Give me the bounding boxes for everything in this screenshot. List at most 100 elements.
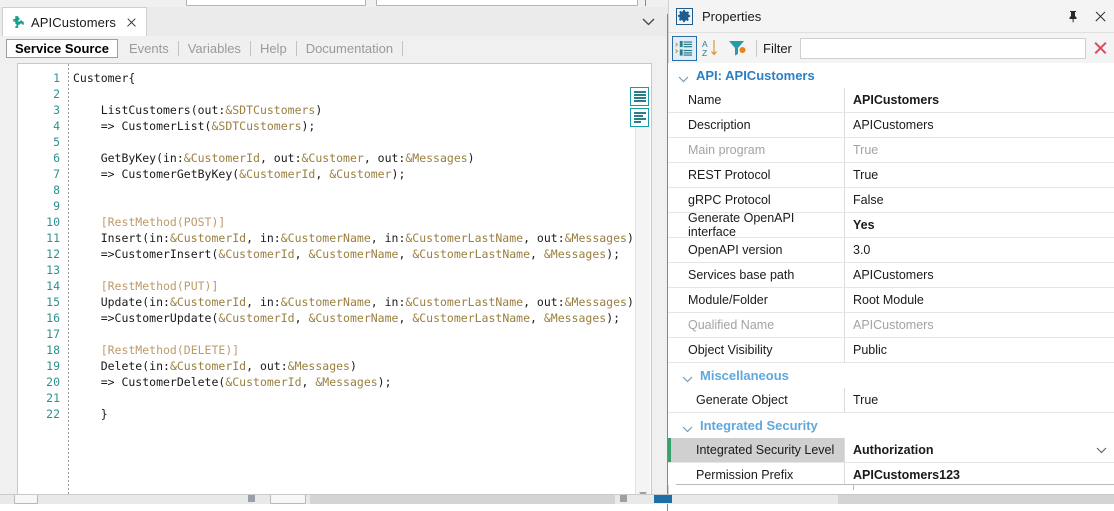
code-token-attribute: [RestMethod(PUT)] xyxy=(73,279,219,293)
property-value[interactable]: True xyxy=(845,138,1114,162)
clear-filter-icon[interactable] xyxy=(1086,33,1114,63)
property-group-header[interactable]: API: APICustomers xyxy=(668,63,1114,88)
property-row[interactable]: Integrated Security Level Authorization xyxy=(668,438,1114,463)
code-token: , in: xyxy=(370,295,406,309)
code-token-variable: &Messages xyxy=(287,359,350,373)
property-value[interactable]: APICustomers xyxy=(845,263,1114,287)
categorized-list-icon[interactable] xyxy=(672,35,697,61)
property-value[interactable]: 3.0 xyxy=(845,238,1114,262)
property-value[interactable]: Root Module xyxy=(845,288,1114,312)
property-value[interactable]: True xyxy=(845,388,1114,412)
collapse-all-icon[interactable] xyxy=(630,108,649,127)
property-row[interactable]: Module/Folder Root Module xyxy=(668,288,1114,313)
chevron-down-icon[interactable] xyxy=(642,15,655,26)
property-row[interactable]: Qualified Name APICustomers xyxy=(668,313,1114,338)
line-number: 1 xyxy=(53,71,60,85)
document-tab-apicustomers[interactable]: APICustomers xyxy=(2,7,148,36)
pin-icon[interactable] xyxy=(1066,9,1080,23)
code-token: ListCustomers(out: xyxy=(73,103,226,117)
property-value-text: Public xyxy=(853,343,888,357)
chevron-down-icon[interactable] xyxy=(678,72,689,83)
property-value[interactable]: APICustomers xyxy=(845,313,1114,337)
property-group-header[interactable]: Integrated Security xyxy=(668,413,1114,438)
property-name: Main program xyxy=(668,138,845,162)
tab-documentation[interactable]: Documentation xyxy=(297,39,402,58)
property-row[interactable]: REST Protocol True xyxy=(668,163,1114,188)
property-row[interactable]: Services base path APICustomers xyxy=(668,263,1114,288)
code-token-variable: &Messages xyxy=(564,295,627,309)
code-line: ListCustomers(out:&SDTCustomers) xyxy=(73,102,651,118)
grid-bottom-divider xyxy=(676,484,1114,485)
code-line: Customer{ xyxy=(73,70,651,86)
tab-variables[interactable]: Variables xyxy=(179,39,250,58)
toolbar-combo-2[interactable] xyxy=(376,0,638,6)
line-number-gutter: 1 2 3 4 5 6 7 8 9 10 11 12 13 14 15 16 17 18 19 20 21 22 xyxy=(18,64,66,504)
tab-service-source[interactable]: Service Source xyxy=(6,39,118,58)
tab-help[interactable]: Help xyxy=(251,39,296,58)
property-row[interactable]: Object Visibility Public xyxy=(668,338,1114,363)
code-token-variable: &Customer xyxy=(301,151,364,165)
property-value[interactable]: APICustomers xyxy=(845,88,1114,112)
close-icon[interactable] xyxy=(125,16,138,29)
code-token: , xyxy=(398,311,413,325)
gear-icon xyxy=(676,7,693,25)
taskbar-item-1[interactable] xyxy=(14,495,38,504)
taskbar-item-3[interactable] xyxy=(270,495,306,504)
property-row[interactable]: gRPC Protocol False xyxy=(668,188,1114,213)
sort-alphabetical-icon[interactable]: A Z xyxy=(700,37,723,60)
property-row[interactable]: Permission Prefix APICustomers123 xyxy=(668,463,1114,485)
code-line: [RestMethod(POST)] xyxy=(73,214,651,230)
property-row[interactable]: Main program True xyxy=(668,138,1114,163)
line-number: 12 xyxy=(46,247,60,261)
code-line: =>CustomerInsert(&CustomerId, &CustomerN… xyxy=(73,246,651,262)
property-value[interactable]: Authorization xyxy=(845,438,1114,462)
property-row[interactable]: Name APICustomers xyxy=(668,88,1114,113)
property-value[interactable]: Yes xyxy=(845,213,1114,237)
filter-funnel-icon[interactable] xyxy=(726,37,749,60)
toolbar-combo-1[interactable] xyxy=(186,0,366,6)
editor-vertical-scrollbar[interactable] xyxy=(635,113,650,503)
property-value[interactable]: Public xyxy=(845,338,1114,362)
property-row[interactable]: Description APICustomers xyxy=(668,113,1114,138)
close-icon[interactable] xyxy=(1094,10,1107,23)
tab-separator xyxy=(402,41,404,56)
code-token: , in: xyxy=(246,295,281,309)
toolbar-separator xyxy=(756,39,757,57)
view-tab-bar: Service Source Events Variables Help Doc… xyxy=(0,36,668,61)
chevron-down-icon[interactable] xyxy=(682,422,693,433)
property-row[interactable]: Generate Object True xyxy=(668,388,1114,413)
property-row[interactable]: Generate OpenAPI interface Yes xyxy=(668,211,1114,239)
code-line: GetByKey(in:&CustomerId, out:&Customer, … xyxy=(73,150,651,166)
code-editor[interactable]: 1 2 3 4 5 6 7 8 9 10 11 12 13 14 15 16 17 18 19 20 21 22 Cust… xyxy=(17,63,652,504)
property-value[interactable]: True xyxy=(845,163,1114,187)
property-value[interactable]: APICustomers xyxy=(845,113,1114,137)
chevron-down-icon[interactable] xyxy=(1088,447,1114,454)
properties-filter-bar: A Z Filter xyxy=(668,33,1114,64)
property-group-header[interactable]: Miscellaneous xyxy=(668,363,1114,388)
taskbar-item-4[interactable] xyxy=(310,495,615,504)
property-value[interactable]: False xyxy=(845,188,1114,212)
property-value-text: APICustomers xyxy=(853,118,934,132)
taskbar-item-6[interactable] xyxy=(654,495,672,503)
expand-all-icon[interactable] xyxy=(630,87,649,106)
taskbar-item-7[interactable] xyxy=(838,495,1114,504)
property-row[interactable]: OpenAPI version 3.0 xyxy=(668,238,1114,263)
property-name: Module/Folder xyxy=(668,288,845,312)
property-value[interactable]: APICustomers123 xyxy=(845,463,1114,485)
code-token: ); xyxy=(606,247,621,261)
property-name: Services base path xyxy=(668,263,845,287)
toolbar-separator xyxy=(645,0,646,6)
taskbar-item-2[interactable] xyxy=(248,495,255,502)
code-token: , out: xyxy=(523,295,565,309)
taskbar-item-5[interactable] xyxy=(620,495,627,502)
filter-label: Filter xyxy=(763,40,792,56)
filter-input[interactable] xyxy=(799,37,1086,59)
line-number: 11 xyxy=(46,231,60,245)
code-token-variable: &CustomerLastName xyxy=(405,295,524,309)
chevron-down-icon[interactable] xyxy=(682,372,693,383)
code-token-variable: &Messages xyxy=(543,247,607,261)
code-text-area[interactable]: Customer{ ListCustomers(out:&SDTCustomer… xyxy=(73,64,651,504)
code-token: ); xyxy=(377,375,392,389)
tab-events[interactable]: Events xyxy=(120,39,178,58)
